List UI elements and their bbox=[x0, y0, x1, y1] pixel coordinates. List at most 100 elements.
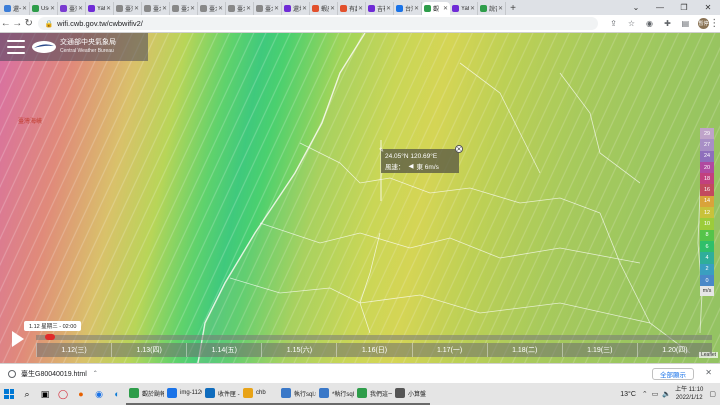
tray-chevron-icon[interactable]: ⌃ bbox=[642, 390, 648, 398]
taskbar-app[interactable]: 觀於颱報 bbox=[126, 383, 164, 405]
popup-close-icon[interactable]: ✕ bbox=[455, 145, 463, 153]
tab-close-icon[interactable]: ✕ bbox=[443, 5, 448, 12]
task-view-icon[interactable]: ▣ bbox=[36, 383, 54, 405]
wind-map[interactable]: 交通部中央氣象局 Central Weather Bureau 臺灣海峽 ✎ 2… bbox=[0, 33, 720, 363]
tab-close-icon[interactable]: ✕ bbox=[190, 5, 195, 12]
tab-close-icon[interactable]: ✕ bbox=[246, 5, 251, 12]
tab-close-icon[interactable]: ✕ bbox=[78, 5, 83, 12]
timeline-day[interactable]: 1.18(二) bbox=[486, 343, 562, 357]
browser-tab[interactable]: 吉祥✕ bbox=[366, 2, 394, 15]
volume-icon[interactable]: 🔈 bbox=[662, 390, 671, 398]
new-tab-button[interactable]: + bbox=[506, 2, 520, 15]
extension-icon[interactable]: ◉ bbox=[640, 19, 658, 28]
browser-tab[interactable]: 臺灣✕ bbox=[58, 2, 86, 15]
maximize-icon[interactable]: ❐ bbox=[672, 0, 696, 15]
browser-tab[interactable]: 還七日✕ bbox=[2, 2, 30, 15]
tab-close-icon[interactable]: ✕ bbox=[302, 5, 307, 12]
browser-tab[interactable]: 蝦皮✕ bbox=[310, 2, 338, 15]
browser-tab[interactable]: 還境✕ bbox=[282, 2, 310, 15]
time-slider-track[interactable] bbox=[36, 335, 712, 340]
star-icon[interactable]: ☆ bbox=[622, 19, 640, 28]
more-menu-icon[interactable]: ⋮ bbox=[709, 16, 720, 32]
timeline-day[interactable]: 1.14(五) bbox=[186, 343, 261, 357]
taskbar-app[interactable]: 我們這一家 bbox=[354, 383, 392, 405]
forward-icon[interactable]: → bbox=[11, 16, 22, 32]
tab-close-icon[interactable]: ✕ bbox=[22, 5, 27, 12]
browser-tab[interactable]: 臺北✕ bbox=[170, 2, 198, 15]
tab-close-icon[interactable]: ✕ bbox=[106, 5, 111, 12]
timeline-day[interactable]: 1.12(三) bbox=[36, 343, 111, 357]
browser-tab[interactable]: 臺北✕ bbox=[198, 2, 226, 15]
browser-tab[interactable]: 說書✕ bbox=[478, 2, 506, 15]
chevron-up-icon[interactable]: ⌃ bbox=[93, 370, 98, 377]
share-icon[interactable]: ⇪ bbox=[604, 19, 622, 28]
lock-icon[interactable]: 🔒 bbox=[44, 20, 53, 28]
firefox-icon[interactable]: ● bbox=[72, 383, 90, 405]
browser-tab[interactable]: 臺北✕ bbox=[226, 2, 254, 15]
taskbar-app[interactable]: chb bbox=[240, 383, 278, 405]
address-bar[interactable]: 🔒 wifi.cwb.gov.tw/cwbwifiv2/ bbox=[38, 17, 599, 30]
tab-close-icon[interactable]: ✕ bbox=[134, 5, 139, 12]
tab-close-icon[interactable]: ✕ bbox=[470, 5, 475, 12]
browser-tab[interactable]: 有趣✕ bbox=[338, 2, 366, 15]
hamburger-menu-icon[interactable] bbox=[7, 40, 25, 54]
tab-close-icon[interactable]: ✕ bbox=[50, 5, 55, 12]
timeline-day[interactable]: 1.17(一) bbox=[411, 343, 487, 357]
tab-close-icon[interactable]: ✕ bbox=[386, 5, 391, 12]
puzzle-icon[interactable]: ✚ bbox=[658, 19, 676, 28]
weather-widget[interactable]: 13°C bbox=[620, 391, 636, 398]
tab-close-icon[interactable]: ✕ bbox=[498, 5, 503, 12]
reload-icon[interactable]: ↻ bbox=[23, 16, 34, 32]
time-slider-handle[interactable] bbox=[45, 334, 55, 340]
reading-list-icon[interactable]: ▤ bbox=[676, 19, 694, 28]
taskbar-app[interactable]: img-11208 bbox=[164, 383, 202, 405]
opera-icon[interactable]: ◯ bbox=[54, 383, 72, 405]
tab-close-icon[interactable]: ✕ bbox=[330, 5, 335, 12]
timeline-day[interactable]: 1.16(日) bbox=[336, 343, 411, 357]
network-icon[interactable]: ▭ bbox=[652, 390, 659, 398]
notification-icon[interactable]: ▢ bbox=[709, 390, 716, 398]
timeline-day[interactable]: 1.13(四) bbox=[111, 343, 186, 357]
browser-tab[interactable]: Yahoo✕ bbox=[450, 2, 478, 15]
tab-favicon-icon bbox=[452, 5, 459, 12]
browser-tab[interactable]: 臺北✕ bbox=[254, 2, 282, 15]
chevron-down-icon[interactable]: ⌄ bbox=[624, 0, 648, 15]
browser-tab[interactable]: Yahoo✕ bbox=[86, 2, 114, 15]
chrome-icon[interactable]: ◉ bbox=[90, 383, 108, 405]
leaflet-attribution[interactable]: Leaflet bbox=[698, 352, 718, 358]
tab-close-icon[interactable]: ✕ bbox=[358, 5, 363, 12]
browser-tab[interactable]: 臺北✕ bbox=[142, 2, 170, 15]
download-item[interactable]: 臺生G80040019.html ⌃ bbox=[0, 369, 110, 379]
start-button[interactable] bbox=[0, 383, 18, 405]
legend-entry: 6 bbox=[700, 240, 714, 253]
browser-tab[interactable]: 台灣✕ bbox=[394, 2, 422, 15]
tab-close-icon[interactable]: ✕ bbox=[218, 5, 223, 12]
tab-favicon-icon bbox=[88, 5, 95, 12]
wind-speed-label: 風速： bbox=[385, 163, 405, 171]
tab-close-icon[interactable]: ✕ bbox=[274, 5, 279, 12]
back-icon[interactable]: ← bbox=[0, 16, 11, 32]
play-icon[interactable] bbox=[12, 331, 24, 347]
tab-close-icon[interactable]: ✕ bbox=[162, 5, 167, 12]
taskbar-app[interactable]: 小算盤 bbox=[392, 383, 430, 405]
browser-tab[interactable]: User✕ bbox=[30, 2, 58, 15]
taskbar-app[interactable]: 執行sql.txt bbox=[278, 383, 316, 405]
timeline-day[interactable]: 1.15(六) bbox=[261, 343, 336, 357]
browser-tab[interactable]: 觀 ✕ bbox=[422, 2, 450, 15]
taskbar-app[interactable]: 收件匣 - Mic bbox=[202, 383, 240, 405]
tab-favicon-icon bbox=[256, 5, 263, 12]
tab-label: 還七日 bbox=[13, 7, 21, 13]
timeline-day[interactable]: 1.19(三) bbox=[561, 343, 637, 357]
show-all-downloads-button[interactable]: 全部顯示 bbox=[652, 368, 694, 380]
tab-label: 臺北 bbox=[237, 7, 245, 13]
edge-icon[interactable]: ◐ bbox=[108, 383, 126, 405]
minimize-icon[interactable]: — bbox=[648, 0, 672, 15]
clock[interactable]: 上午 11:10 2022/1/12 bbox=[675, 386, 703, 402]
close-download-bar-icon[interactable]: ✕ bbox=[705, 368, 712, 377]
search-icon[interactable]: ⌕ bbox=[18, 383, 36, 405]
taskbar-app[interactable]: *執行sql.txt bbox=[316, 383, 354, 405]
close-icon[interactable]: ✕ bbox=[696, 0, 720, 15]
browser-tab[interactable]: 臺灣✕ bbox=[114, 2, 142, 15]
tab-close-icon[interactable]: ✕ bbox=[414, 5, 419, 12]
profile-button[interactable]: 暫停 bbox=[698, 18, 709, 29]
